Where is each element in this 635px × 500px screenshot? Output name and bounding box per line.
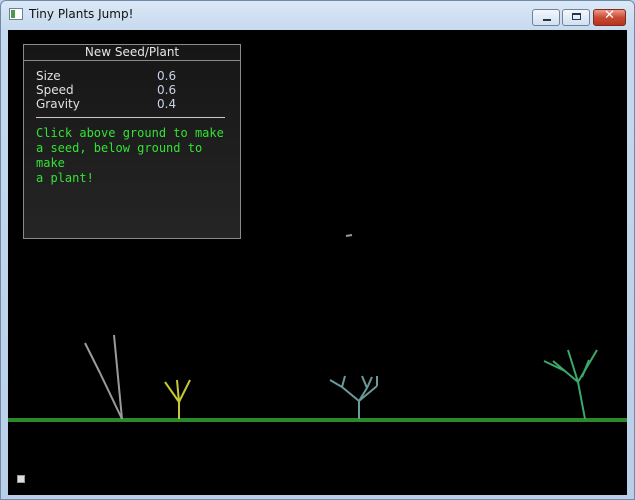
seed (345, 234, 353, 237)
close-button[interactable]: ✕ (593, 8, 626, 26)
param-row-gravity[interactable]: Gravity 0.4 (36, 97, 186, 111)
maximize-icon (572, 13, 581, 20)
param-value[interactable]: 0.4 (157, 97, 176, 111)
param-row-speed[interactable]: Speed 0.6 (36, 83, 186, 97)
plant-yellow (164, 379, 191, 419)
param-label: Size (36, 69, 61, 83)
maximize-button[interactable] (562, 9, 590, 26)
new-seed-plant-panel: New Seed/Plant Size 0.6 Speed 0.6 Gravit… (23, 44, 241, 239)
ground (8, 418, 627, 422)
minimize-icon (543, 19, 551, 21)
close-icon: ✕ (604, 8, 615, 23)
app-window-icon (9, 8, 23, 20)
plant-grey (84, 334, 123, 420)
window-title: Tiny Plants Jump! (29, 7, 134, 21)
app-window: Tiny Plants Jump! ✕ New Seed/Plant Size … (0, 0, 635, 500)
instructions-text: Click above ground to make a seed, below… (36, 126, 224, 185)
param-label: Gravity (36, 97, 80, 111)
plant-teal (329, 375, 378, 419)
title-bar[interactable]: Tiny Plants Jump! ✕ (1, 1, 634, 29)
param-row-size[interactable]: Size 0.6 (36, 69, 186, 83)
param-value[interactable]: 0.6 (157, 69, 176, 83)
panel-divider (36, 117, 225, 118)
panel-title: New Seed/Plant (24, 45, 240, 61)
game-canvas[interactable]: New Seed/Plant Size 0.6 Speed 0.6 Gravit… (8, 30, 627, 495)
plant-green (543, 349, 598, 420)
minimize-button[interactable] (532, 9, 560, 26)
param-label: Speed (36, 83, 74, 97)
param-value[interactable]: 0.6 (157, 83, 176, 97)
help-icon[interactable] (17, 475, 25, 483)
